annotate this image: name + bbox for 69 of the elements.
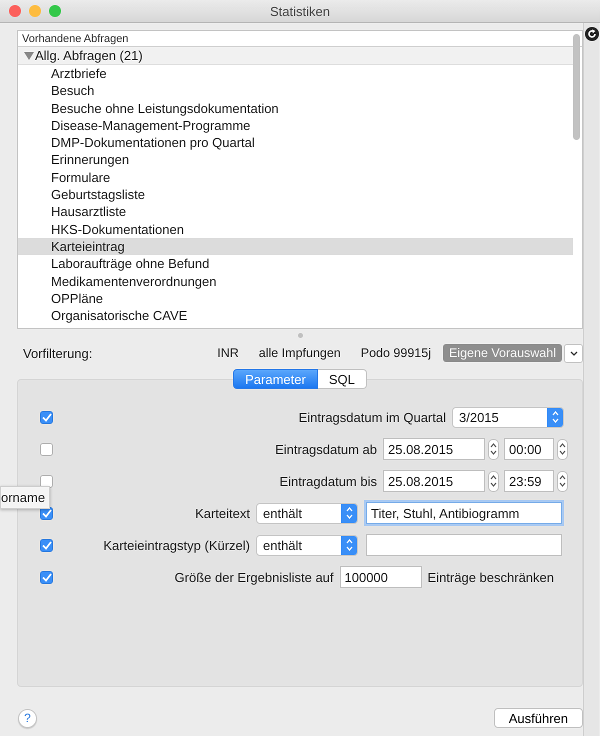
date-field[interactable]: 25.08.2015 — [383, 438, 485, 460]
operator-popup[interactable]: enthält — [256, 502, 358, 524]
preset-button[interactable]: Podo 99915j — [354, 344, 437, 362]
parameter-label: Eintragdatum bis — [278, 474, 378, 488]
query-item[interactable]: DMP-Dokumentationen pro Quartal — [18, 134, 573, 152]
text-field[interactable]: Titer, Stuhl, Antibiogramm — [366, 502, 562, 524]
parameter-label: Eintragsdatum im Quartal — [298, 410, 447, 424]
limit-field[interactable]: 100000 — [340, 566, 422, 588]
query-item[interactable]: Formulare — [18, 168, 573, 186]
query-item[interactable]: Laboraufträge ohne Befund — [18, 255, 573, 273]
query-item[interactable]: Arztbriefe — [18, 65, 573, 82]
query-item[interactable]: Disease-Management-Programme — [18, 116, 573, 134]
checkbox[interactable] — [40, 410, 53, 424]
query-item[interactable]: Erinnerungen — [18, 151, 573, 169]
checkbox[interactable] — [40, 474, 53, 488]
query-item[interactable]: HKS-Dokumentationen — [18, 220, 573, 238]
updown-icon — [346, 538, 352, 552]
group-row[interactable]: Allg. Abfragen (21) — [18, 47, 573, 65]
splitter-handle[interactable] — [298, 332, 302, 338]
help-button[interactable]: ? — [18, 708, 37, 728]
updown-icon — [552, 410, 558, 424]
query-item[interactable]: Geburtstagsliste — [18, 186, 573, 204]
preset-button[interactable]: alle Impfungen — [252, 344, 347, 362]
tab[interactable]: SQL — [318, 369, 367, 389]
chevron-down-icon — [570, 350, 578, 356]
parameter-label: Karteieintragstyp (Kürzel) — [102, 538, 251, 552]
disclosure-triangle-icon[interactable] — [24, 52, 34, 60]
operator-popup[interactable]: enthält — [256, 534, 358, 556]
check-icon — [42, 508, 52, 518]
parameter-label: Eintragsdatum ab — [274, 442, 378, 456]
date-stepper[interactable] — [488, 470, 499, 492]
parameter-label: Größe der Ergebnisliste auf — [174, 570, 335, 584]
checkbox[interactable] — [40, 442, 53, 456]
date-field[interactable]: 25.08.2015 — [383, 470, 485, 492]
check-icon — [42, 572, 52, 582]
prefilter-label: Vorfilterung: — [23, 346, 94, 360]
refresh-icon[interactable] — [584, 27, 598, 41]
checkbox[interactable] — [40, 570, 53, 584]
query-item[interactable]: Organisatorische CAVE — [18, 307, 573, 324]
suffix-label: Einträge beschränken — [428, 570, 555, 584]
query-item[interactable]: OPPläne — [18, 290, 573, 308]
date-stepper[interactable] — [488, 438, 499, 460]
query-item[interactable]: Medikamentenverordnungen — [18, 272, 573, 290]
time-field[interactable]: 23:59 — [504, 470, 554, 492]
updown-icon — [490, 474, 497, 488]
quarter-popup[interactable]: 3/2015 — [452, 406, 564, 428]
run-button[interactable]: Ausführen — [494, 708, 583, 728]
updown-icon — [346, 506, 352, 520]
query-item[interactable]: Besuche ohne Leistungsdokumentation — [18, 100, 573, 117]
updown-icon — [559, 474, 566, 488]
time-stepper[interactable] — [557, 470, 568, 492]
query-item[interactable]: Besuch — [18, 82, 573, 100]
time-stepper[interactable] — [557, 438, 568, 460]
window-title: Statistiken — [270, 4, 330, 18]
updown-icon — [490, 442, 497, 456]
preset-button[interactable]: INR — [211, 344, 245, 362]
dropdown-button[interactable] — [564, 344, 583, 362]
text-field[interactable] — [366, 534, 562, 556]
query-item[interactable]: Karteieintrag — [18, 238, 573, 256]
parameter-label: Karteitext — [194, 506, 251, 520]
check-icon — [42, 412, 52, 422]
close-button[interactable] — [9, 5, 21, 17]
tooltip: orname — [0, 486, 50, 509]
check-icon — [42, 540, 52, 550]
query-item[interactable]: Hausarztliste — [18, 203, 573, 221]
scrollbar-thumb[interactable] — [573, 34, 580, 140]
updown-icon — [559, 442, 566, 456]
checkbox[interactable] — [40, 538, 53, 552]
time-field[interactable]: 00:00 — [504, 438, 554, 460]
